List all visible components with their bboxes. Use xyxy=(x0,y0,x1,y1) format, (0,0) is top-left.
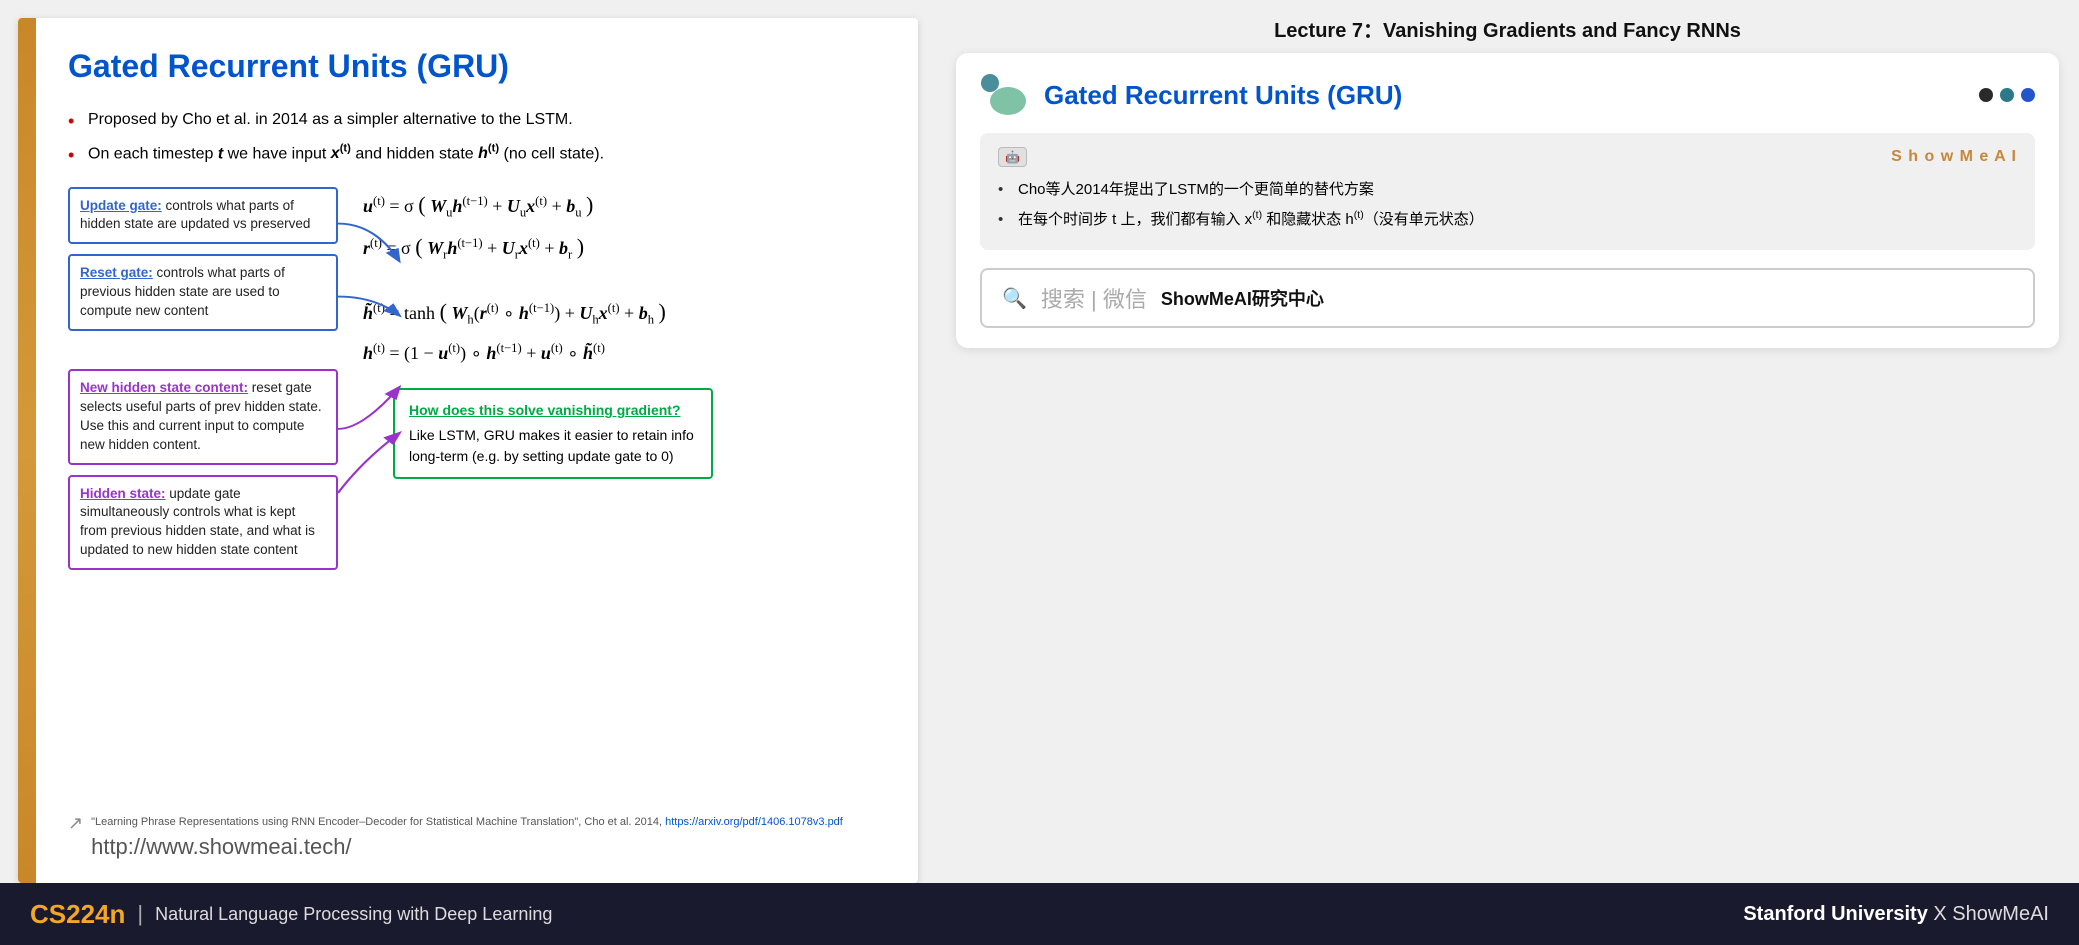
reference-text: "Learning Phrase Representations using R… xyxy=(91,815,843,863)
annotation-reset-gate: Reset gate: controls what parts of previ… xyxy=(68,254,338,331)
annotation-update-gate: Update gate: controls what parts of hidd… xyxy=(68,187,338,245)
slide-panel: Gated Recurrent Units (GRU) Proposed by … xyxy=(18,18,918,883)
ref-url[interactable]: http://www.showmeai.tech/ xyxy=(91,832,843,863)
search-icon: 🔍 xyxy=(1002,286,1027,311)
search-divider: 搜索 | 微信 xyxy=(1041,282,1147,314)
showmeai-bullets: Cho等人2014年提出了LSTM的一个更简单的替代方案 在每个时间步 t 上，… xyxy=(998,177,2017,232)
bottom-right: Stanford University X ShowMeAI xyxy=(1743,903,2049,926)
stanford-text: Stanford University xyxy=(1743,903,1927,925)
middle-section: Update gate: controls what parts of hidd… xyxy=(68,187,883,571)
right-card-header: Gated Recurrent Units (GRU) xyxy=(980,73,2035,117)
search-text: ShowMeAI研究中心 xyxy=(1161,285,1324,311)
annotation-new-hidden-title: New hidden state content: xyxy=(80,380,248,395)
showmeai-brand: S h o w M e A I xyxy=(1891,148,2017,166)
slide-left-bar xyxy=(18,18,36,883)
lecture-title: Lecture 7：Vanishing Gradients and Fancy … xyxy=(956,0,2059,53)
green-box: How does this solve vanishing gradient? … xyxy=(393,388,713,479)
search-bar[interactable]: 🔍 搜索 | 微信 ShowMeAI研究中心 xyxy=(980,268,2035,328)
ai-badge: 🤖 xyxy=(998,147,1027,167)
equation-1: u(t) = σ ( Wuh(t−1) + Uux(t) + bu ) xyxy=(363,192,593,221)
equations-column: u(t) = σ ( Wuh(t−1) + Uux(t) + bu ) r(t)… xyxy=(338,187,883,571)
annotation-reset-gate-title: Reset gate: xyxy=(80,265,153,280)
bottom-left: CS224n | Natural Language Processing wit… xyxy=(30,899,552,930)
green-box-title: How does this solve vanishing gradient? xyxy=(409,400,697,421)
ref-link[interactable]: https://arxiv.org/pdf/1406.1078v3.pdf xyxy=(665,816,843,828)
annotation-column: Update gate: controls what parts of hidd… xyxy=(68,187,338,571)
showmeai-box: 🤖 S h o w M e A I Cho等人2014年提出了LSTM的一个更简… xyxy=(980,133,2035,250)
bottom-separator: | xyxy=(137,901,143,927)
showmeai-header: 🤖 S h o w M e A I xyxy=(998,147,2017,167)
dot-teal xyxy=(2000,88,2014,102)
slide-bullets: Proposed by Cho et al. in 2014 as a simp… xyxy=(68,107,883,167)
equation-3: h̃(t) = tanh ( Wh(r(t) ∘ h(t−1)) + Uhx(t… xyxy=(363,299,666,328)
slide-title: Gated Recurrent Units (GRU) xyxy=(68,48,883,85)
annotation-new-hidden: New hidden state content: reset gate sel… xyxy=(68,369,338,465)
equations: u(t) = σ ( Wuh(t−1) + Uux(t) + bu ) r(t)… xyxy=(353,187,883,379)
x-separator: X xyxy=(1933,903,1952,925)
showmeai-bullet-1: Cho等人2014年提出了LSTM的一个更简单的替代方案 xyxy=(998,177,2017,203)
bullet-1: Proposed by Cho et al. in 2014 as a simp… xyxy=(68,107,883,133)
equation-4: h(t) = (1 − u(t)) ∘ h(t−1) + u(t) ∘ h̃(t… xyxy=(363,341,605,364)
right-panel: Lecture 7：Vanishing Gradients and Fancy … xyxy=(936,0,2079,883)
right-card: Gated Recurrent Units (GRU) 🤖 S h o w M … xyxy=(956,53,2059,348)
slide-reference: ↗ "Learning Phrase Representations using… xyxy=(68,815,898,863)
bottom-bar: CS224n | Natural Language Processing wit… xyxy=(0,883,2079,945)
ref-citation: "Learning Phrase Representations using R… xyxy=(91,816,662,828)
dot-blue xyxy=(2021,88,2035,102)
green-box-text: Like LSTM, GRU makes it easier to retain… xyxy=(409,425,697,467)
card-dots xyxy=(1979,88,2035,102)
annotation-hidden-state-title: Hidden state: xyxy=(80,486,166,501)
showmeai-bullet-2: 在每个时间步 t 上，我们都有输入 x(t) 和隐藏状态 h(t)（没有单元状态… xyxy=(998,207,2017,233)
card-icon xyxy=(980,73,1032,117)
equation-2: r(t) = σ ( Wrh(t−1) + Urx(t) + br ) xyxy=(363,234,584,263)
bottom-course: CS224n xyxy=(30,899,125,930)
bottom-description: Natural Language Processing with Deep Le… xyxy=(155,904,552,925)
dot-dark xyxy=(1979,88,1993,102)
annotation-spacer xyxy=(68,341,338,359)
showmeai-footer: ShowMeAI xyxy=(1952,903,2049,925)
reference-icon: ↗ xyxy=(68,813,83,834)
annotation-update-gate-title: Update gate: xyxy=(80,198,162,213)
annotation-hidden-state: Hidden state: update gate simultaneously… xyxy=(68,475,338,571)
bullet-2: On each timestep t we have input x(t) an… xyxy=(68,141,883,167)
right-card-title: Gated Recurrent Units (GRU) xyxy=(1044,80,1402,111)
